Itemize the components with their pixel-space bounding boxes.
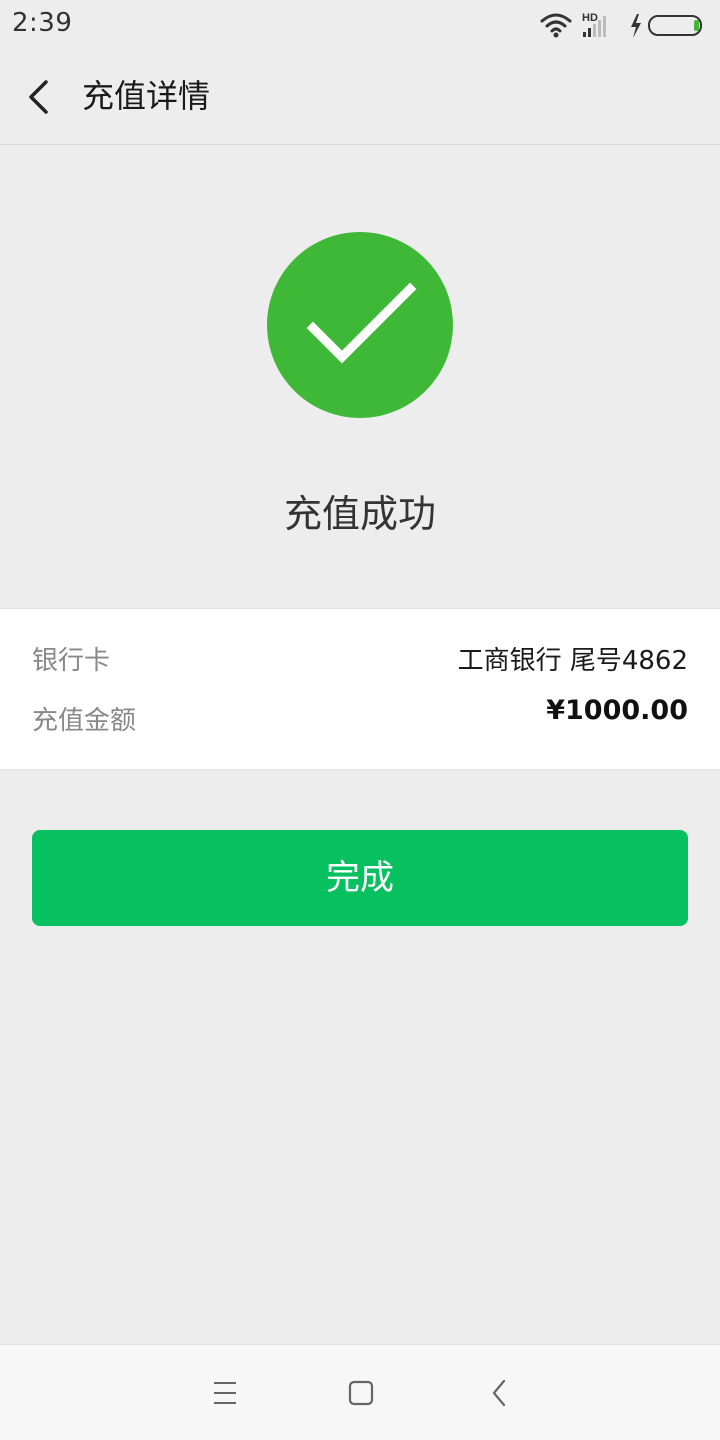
amount-row: 充值金额 ¥1000.00 [32, 695, 688, 739]
amount-value: ¥1000.00 [546, 695, 688, 726]
screen: 2:39 HD 充值详情 充值成功 银行卡 工商银行 尾号4862 充值金额 ¥… [0, 0, 720, 1440]
bank-card-row: 银行卡 工商银行 尾号4862 [32, 641, 688, 681]
wifi-icon [540, 13, 572, 38]
back-button[interactable] [14, 68, 66, 126]
page-title: 充值详情 [82, 77, 211, 115]
status-icons-svg: HD [540, 12, 702, 38]
charging-icon [631, 14, 641, 38]
system-home-button[interactable] [339, 1371, 383, 1415]
status-time: 2:39 [12, 8, 73, 38]
system-back-button[interactable] [478, 1371, 522, 1415]
battery-icon [648, 15, 702, 36]
status-icons: HD [538, 8, 708, 42]
chevron-left-icon [29, 80, 48, 114]
success-check-svg [267, 232, 453, 418]
menu-icon [214, 1382, 236, 1404]
bank-card-label: 银行卡 [32, 646, 111, 676]
detail-card: 银行卡 工商银行 尾号4862 充值金额 ¥1000.00 [0, 608, 720, 770]
system-nav-bar [0, 1344, 720, 1440]
back-triangle-icon [492, 1379, 506, 1407]
signal-icon: HD [582, 12, 606, 37]
nav-bar: 充值详情 [0, 50, 720, 145]
success-message: 充值成功 [283, 492, 436, 536]
system-menu-button[interactable] [203, 1371, 247, 1415]
home-square-icon [348, 1380, 374, 1406]
network-label: HD [582, 12, 598, 24]
status-bar: 2:39 HD [0, 0, 720, 50]
bank-card-value: 工商银行 尾号4862 [457, 646, 688, 676]
check-circle-icon [267, 232, 453, 418]
done-button[interactable]: 完成 [32, 830, 688, 926]
amount-label: 充值金额 [32, 706, 137, 736]
